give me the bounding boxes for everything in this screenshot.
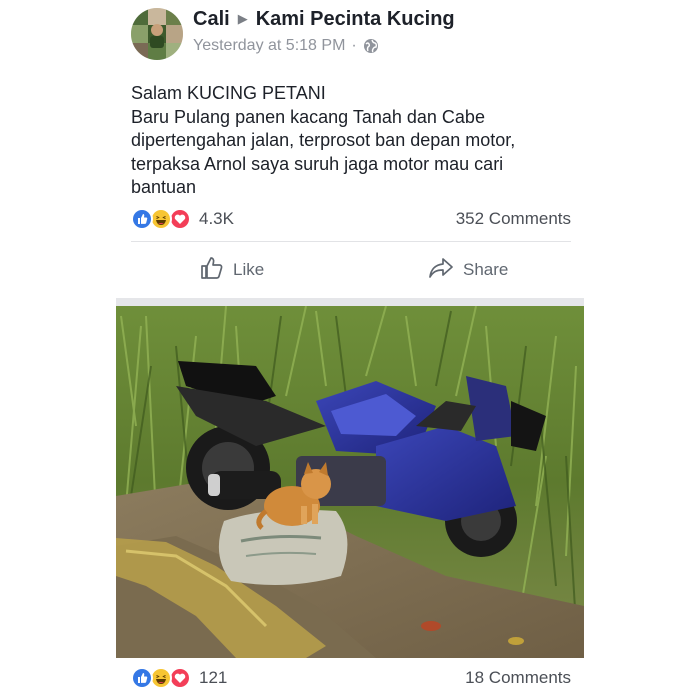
photo-reactions-summary: 121 18 Comments	[131, 667, 571, 691]
comment-count[interactable]: 18 Comments	[465, 668, 571, 688]
author-avatar[interactable]	[131, 8, 183, 60]
reaction-count[interactable]: 4.3K	[199, 209, 234, 229]
share-button[interactable]: Share	[427, 256, 508, 284]
haha-reaction-icon	[150, 667, 172, 689]
reaction-icons[interactable]	[131, 667, 201, 689]
post-text-line: terpaksa Arnol saya suruh jaga motor mau…	[131, 153, 504, 174]
divider	[131, 241, 571, 242]
group-name[interactable]: Kami Pecinta Kucing	[256, 8, 455, 30]
post-text-line: Baru Pulang panen kacang Tanah dan Cabe	[131, 106, 485, 127]
globe-icon	[363, 38, 379, 54]
share-label: Share	[463, 260, 509, 279]
author-name[interactable]: Cali	[193, 8, 230, 30]
like-reaction-icon	[131, 208, 153, 230]
meta-separator: ·	[351, 37, 357, 54]
love-reaction-icon	[169, 208, 191, 230]
post-actions: Like Share	[131, 252, 571, 288]
post-text: Salam KUCING PETANI Baru Pulang panen ka…	[131, 82, 581, 200]
reaction-icons[interactable]	[131, 208, 201, 230]
haha-reaction-icon	[150, 208, 172, 230]
arrow-right-icon: ▶	[237, 11, 248, 26]
love-reaction-icon	[169, 667, 191, 689]
post-photo[interactable]	[116, 306, 584, 658]
like-reaction-icon	[131, 667, 153, 689]
like-button[interactable]: Like	[199, 256, 264, 284]
like-label: Like	[233, 260, 265, 279]
thumbs-up-icon	[199, 255, 233, 286]
post-header: Cali ▶ Kami Pecinta Kucing Yesterday at 5:…	[131, 8, 591, 60]
comment-count[interactable]: 352 Comments	[456, 209, 571, 229]
post-text-line: dipertengahan jalan, terprosot ban depan…	[131, 130, 516, 150]
reaction-count[interactable]: 121	[199, 668, 227, 688]
section-separator	[116, 298, 584, 306]
reactions-summary: 4.3K 352 Comments	[131, 208, 571, 232]
post-text-line: Salam KUCING PETANI	[131, 83, 326, 103]
post-timestamp[interactable]: Yesterday at 5:18 PM	[193, 37, 345, 55]
share-arrow-icon	[427, 255, 463, 286]
post-text-line: bantuan	[131, 177, 197, 197]
